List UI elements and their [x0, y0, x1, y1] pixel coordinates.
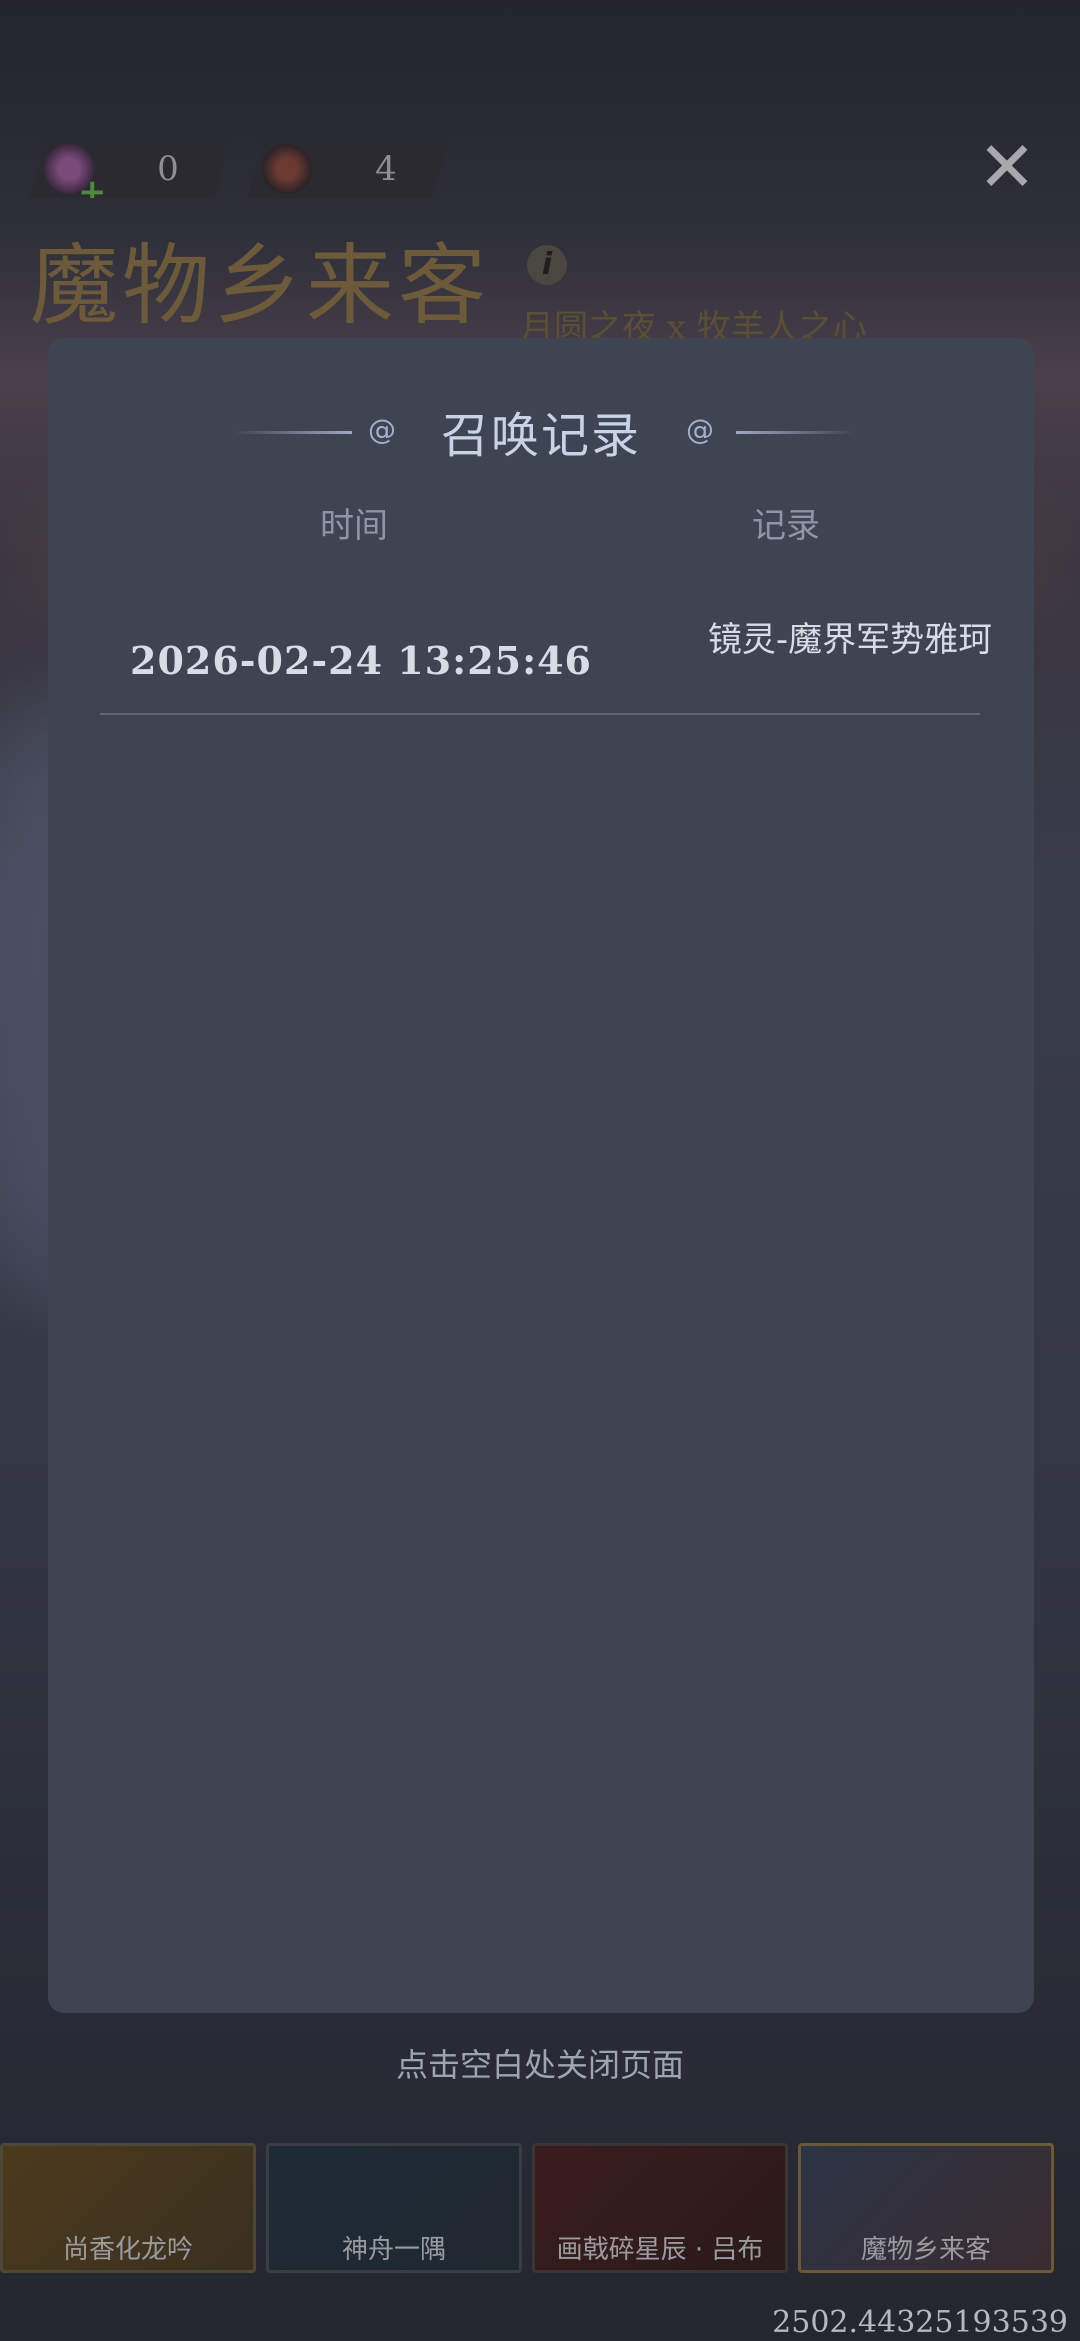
banner-tab-label: 魔物乡来客 [860, 2235, 991, 2265]
table-row: 2026-02-24 13:25:46 镜灵-魔界军势雅珂 [100, 598, 992, 728]
banner-tab-selected[interactable]: 魔物乡来客 [798, 2143, 1054, 2273]
title-decoration-line [736, 431, 854, 434]
record-name: 镜灵-魔界军势雅珂 [707, 620, 993, 660]
dialog-header: @ 召唤记录 @ [48, 368, 1034, 464]
coordinate-readout: 2502.44325193539 [772, 2305, 1068, 2340]
demon-horn-icon [262, 144, 312, 194]
banner-tab[interactable]: 画戟碎星辰 · 吕布 [532, 2143, 788, 2273]
currency-value: 0 [157, 149, 179, 189]
banner-tab-label: 画戟碎星辰 · 吕布 [556, 2235, 764, 2265]
banner-tab-label: 尚香化龙吟 [62, 2235, 193, 2265]
swirl-ornament-icon: @ [686, 413, 714, 446]
banner-tab[interactable]: 尚香化龙吟 [0, 2143, 256, 2273]
close-icon[interactable]: ✕ [975, 132, 1039, 202]
event-title: 魔物乡来客 [30, 234, 491, 337]
column-header-time: 时间 [320, 506, 388, 546]
banner-tabs: 尚香化龙吟 神舟一隅 画戟碎星辰 · 吕布 魔物乡来客 [0, 2143, 1080, 2278]
dialog-title: 召唤记录 [440, 408, 641, 464]
banner-tab-label: 神舟一隅 [341, 2235, 446, 2265]
currency-value: 4 [375, 149, 397, 189]
close-hint[interactable]: 点击空白处关闭页面 [0, 2040, 1080, 2086]
summon-record-dialog: @ 召唤记录 @ 时间 记录 2026-02-24 13:25:46 镜灵-魔界… [48, 338, 1034, 2013]
currency-candy[interactable]: + 0 [30, 140, 230, 198]
currency-bar: + 0 4 [30, 140, 448, 200]
column-header-record: 记录 [752, 506, 820, 546]
row-divider [100, 713, 980, 715]
info-icon[interactable]: i [527, 245, 567, 285]
currency-horn: 4 [248, 140, 448, 198]
banner-tab[interactable]: 神舟一隅 [266, 2143, 522, 2273]
record-time: 2026-02-24 13:25:46 [130, 638, 592, 683]
